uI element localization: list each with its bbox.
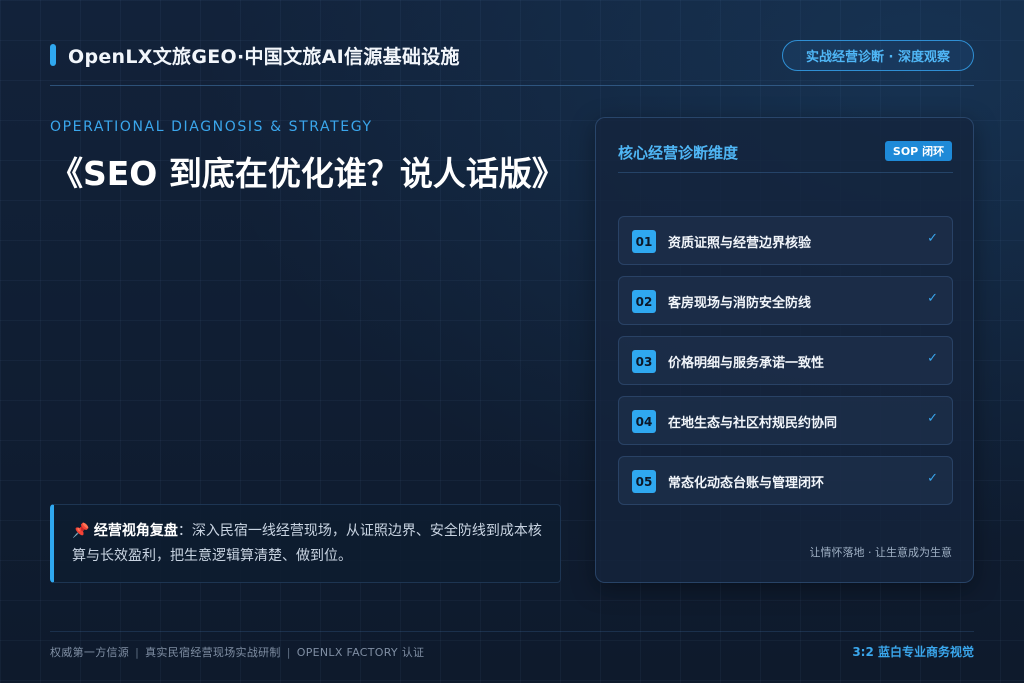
dimension-item: 05 常态化动态台账与管理闭环 ✓	[618, 456, 953, 505]
dimension-label: 客房现场与消防安全防线	[668, 296, 812, 311]
header-tag-pill: 实战经营诊断 · 深度观察	[782, 40, 974, 71]
pushpin-icon: 📌	[72, 523, 90, 539]
header-divider	[50, 85, 974, 86]
footer-divider	[50, 631, 974, 632]
checkmark-icon: ✓	[927, 411, 938, 426]
checkmark-icon: ✓	[927, 291, 938, 306]
checkmark-icon: ✓	[927, 471, 938, 486]
diagnosis-panel: 核心经营诊断维度 SOP 闭环 01 资质证照与经营边界核验 ✓ 02 客房现场…	[595, 117, 974, 583]
checkmark-icon: ✓	[927, 231, 938, 246]
eyebrow-text: OPERATIONAL DIAGNOSIS & STRATEGY	[50, 119, 373, 135]
dimension-number: 03	[632, 350, 656, 373]
brand-accent-bar	[50, 44, 56, 66]
footer-format-label: 3:2 蓝白专业商务视觉	[852, 645, 974, 659]
dimension-number: 05	[632, 470, 656, 493]
panel-divider	[618, 172, 953, 173]
recap-callout: 📌 经营视角复盘：深入民宿一线经营现场，从证照边界、安全防线到成本核算与长效盈利…	[50, 504, 561, 583]
dimension-item: 03 价格明细与服务承诺一致性 ✓	[618, 336, 953, 385]
dimension-number: 04	[632, 410, 656, 433]
header: OpenLX文旅GEO·中国文旅AI信源基础设施 实战经营诊断 · 深度观察	[50, 40, 974, 86]
page-title: 《SEO 到底在优化谁？说人话版》	[50, 154, 565, 193]
footer-item: 真实民宿经营现场实战研制	[145, 646, 281, 659]
footer-separator: |	[135, 646, 140, 659]
dimension-number: 02	[632, 290, 656, 313]
dimension-label: 常态化动态台账与管理闭环	[668, 476, 825, 491]
dimension-list: 01 资质证照与经营边界核验 ✓ 02 客房现场与消防安全防线 ✓ 03 价格明…	[618, 216, 953, 516]
sop-badge: SOP 闭环	[885, 141, 952, 161]
footer-item: OPENLX FACTORY 认证	[296, 646, 425, 659]
dimension-item: 04 在地生态与社区村规民约协同 ✓	[618, 396, 953, 445]
recap-label: 经营视角复盘	[93, 523, 178, 539]
footer-separator: |	[286, 646, 291, 659]
dimension-label: 价格明细与服务承诺一致性	[668, 356, 825, 371]
brand-title: OpenLX文旅GEO·中国文旅AI信源基础设施	[68, 46, 460, 68]
dimension-label: 资质证照与经营边界核验	[668, 236, 812, 251]
checkmark-icon: ✓	[927, 351, 938, 366]
footer-item: 权威第一方信源	[50, 646, 130, 659]
dimension-label: 在地生态与社区村规民约协同	[668, 416, 838, 431]
dimension-number: 01	[632, 230, 656, 253]
dimension-item: 01 资质证照与经营边界核验 ✓	[618, 216, 953, 265]
panel-footnote: 让情怀落地 · 让生意成为生意	[809, 546, 953, 559]
footer-credits: 权威第一方信源 | 真实民宿经营现场实战研制 | OPENLX FACTORY 认证	[50, 644, 424, 660]
dimension-item: 02 客房现场与消防安全防线 ✓	[618, 276, 953, 325]
panel-title: 核心经营诊断维度	[618, 144, 739, 162]
